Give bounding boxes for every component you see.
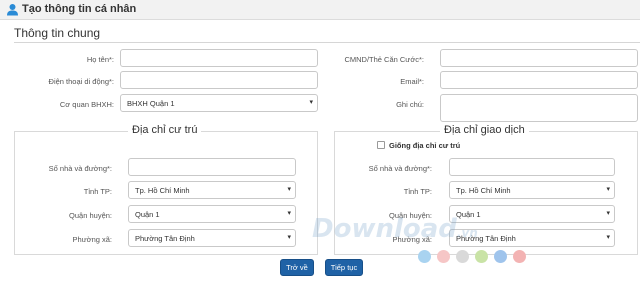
watermark-dot [494, 250, 507, 263]
residence-district-label: Quận huyện: [69, 211, 112, 220]
residence-province-label: Tỉnh TP: [83, 187, 112, 196]
fullname-label: Họ tên*: [86, 55, 114, 64]
chevron-down-icon: ▾ [606, 210, 610, 217]
agency-select[interactable]: BHXH Quận 1 ▾ [120, 94, 318, 112]
phone-input[interactable] [120, 71, 318, 89]
transaction-province-label: Tỉnh TP: [403, 187, 432, 196]
back-button[interactable]: Trở về [280, 259, 314, 276]
section-divider [14, 42, 640, 43]
chevron-down-icon: ▾ [287, 210, 291, 217]
watermark-dot [475, 250, 488, 263]
idcard-label: CMND/Thẻ Căn Cước*: [344, 55, 424, 64]
page-header: Tạo thông tin cá nhân [0, 0, 640, 20]
note-label: Ghi chú: [396, 100, 424, 109]
fullname-input[interactable] [120, 49, 318, 67]
residence-street-label: Số nhà và đường*: [48, 164, 112, 173]
note-textarea[interactable] [440, 94, 638, 122]
watermark-text: Download [312, 214, 457, 244]
chevron-down-icon: ▾ [287, 186, 291, 193]
residence-ward-value: Phường Tân Định [135, 234, 195, 243]
watermark-dot [437, 250, 450, 263]
residence-district-select[interactable]: Quận 1 ▾ [128, 205, 296, 223]
transaction-province-select[interactable]: Tp. Hồ Chí Minh ▾ [449, 181, 615, 199]
idcard-input[interactable] [440, 49, 638, 67]
residence-province-select[interactable]: Tp. Hồ Chí Minh ▾ [128, 181, 296, 199]
transaction-province-value: Tp. Hồ Chí Minh [456, 186, 511, 195]
watermark-dot [456, 250, 469, 263]
transaction-address-legend: Địa chỉ giao dịch [440, 124, 529, 136]
residence-ward-select[interactable]: Phường Tân Định ▾ [128, 229, 296, 247]
section-title-general: Thông tin chung [14, 26, 101, 40]
same-address-checkbox[interactable] [377, 141, 385, 149]
chevron-down-icon: ▾ [606, 234, 610, 241]
same-address-checkbox-label[interactable]: Giống địa chỉ cư trú [389, 141, 460, 150]
continue-button[interactable]: Tiếp tục [325, 259, 363, 276]
watermark-logo: Download.vn [312, 214, 478, 244]
residence-ward-label: Phường xã: [72, 235, 112, 244]
phone-label: Điện thoại di động*: [48, 77, 114, 86]
user-icon [7, 4, 18, 16]
transaction-street-label: Số nhà và đường*: [368, 164, 432, 173]
residence-address-legend: Địa chỉ cư trú [128, 124, 202, 136]
email-label: Email*: [400, 77, 424, 86]
residence-province-value: Tp. Hồ Chí Minh [135, 186, 190, 195]
residence-street-input[interactable] [128, 158, 296, 176]
agency-label: Cơ quan BHXH: [59, 100, 114, 109]
watermark-suffix: .vn [456, 226, 478, 240]
residence-district-value: Quận 1 [135, 210, 160, 219]
chevron-down-icon: ▾ [309, 99, 313, 106]
watermark-dot [418, 250, 431, 263]
watermark-dot [513, 250, 526, 263]
page-title: Tạo thông tin cá nhân [22, 3, 137, 15]
email-input[interactable] [440, 71, 638, 89]
chevron-down-icon: ▾ [606, 186, 610, 193]
transaction-street-input[interactable] [449, 158, 615, 176]
chevron-down-icon: ▾ [287, 234, 291, 241]
agency-selected-value: BHXH Quận 1 [127, 99, 175, 108]
